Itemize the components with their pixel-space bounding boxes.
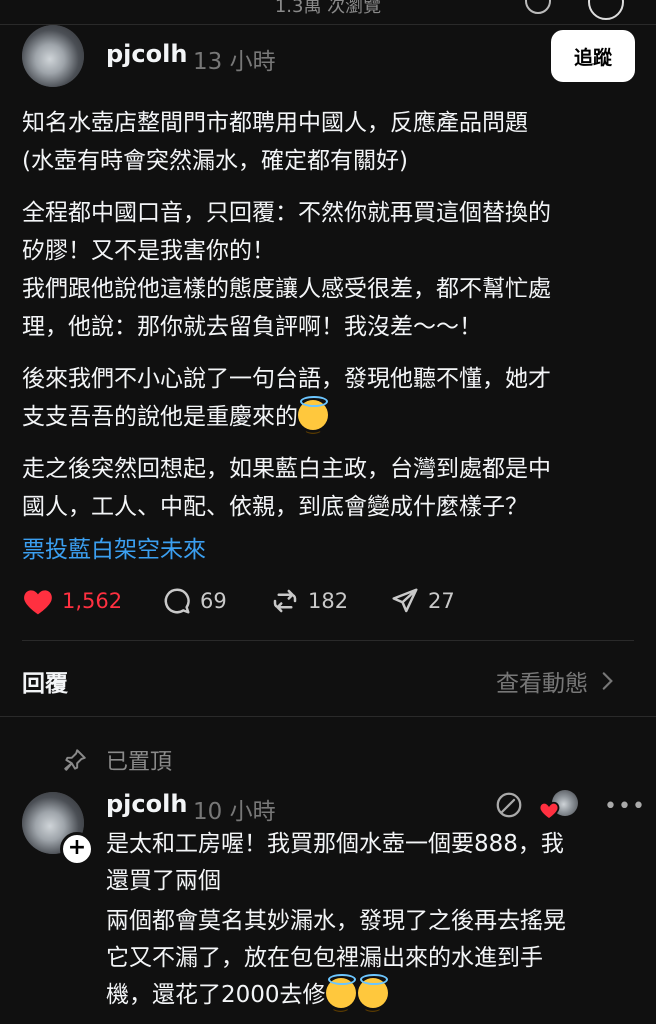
post-paragraph: 走之後突然回想起，如果藍白主政，台灣到處都是中 國人，工人、中配、依親，到底會變… [22,456,551,520]
post-paragraph: 我們跟他說他這樣的態度讓人感受很差，都不幫忙處 理，他說：那你就去留負評啊！我沒… [22,276,551,340]
reply-timestamp: 10 小時 [193,799,276,825]
comment-count: 69 [200,589,227,613]
view-activity-link[interactable]: 查看動態 [496,664,620,698]
comment-icon [164,588,190,614]
post-paragraph-text: 後來我們不小心說了一句台語，發現他聽不懂，她才 支支吾吾的說他是重慶來的 [22,366,551,430]
reply-body: 是太和工房喔！我買那個水壺一個要888，我 還買了兩個 兩個都會莫名其妙漏水，發… [106,826,636,1021]
pin-icon [64,749,86,771]
replies-heading: 回覆 [22,671,68,697]
author-liked-indicator [538,790,578,820]
pinned-indicator: 已置頂 [62,744,172,776]
share-button[interactable]: 27 [390,582,455,620]
post-body: 知名水壺店整間門市都聘用中國人，反應產品問題 (水壺有時會突然漏水，確定都有關好… [22,104,634,540]
repost-count: 182 [308,589,349,613]
comment-button[interactable]: 69 [162,582,227,620]
heart-icon [24,590,52,615]
hashtag-link[interactable]: 票投藍白架空未來 [22,530,206,564]
pinned-label: 已置頂 [106,750,173,775]
reply-paragraph: 是太和工房喔！我買那個水壺一個要888，我 還買了兩個 [106,831,564,894]
post-paragraph: 知名水壺店整間門市都聘用中國人，反應產品問題 (水壺有時會突然漏水，確定都有關好… [22,110,528,174]
heart-icon [538,801,560,820]
view-activity-label: 查看動態 [496,671,588,697]
avatar[interactable] [22,25,84,87]
post-paragraph: 全程都中國口音，只回覆：不然你就再買這個替換的 矽膠！又不是我害你的！ [22,200,551,264]
more-options-button[interactable]: ••• [604,794,646,819]
edited-icon[interactable] [494,790,524,820]
follow-plus-icon[interactable]: + [60,832,94,866]
follow-button[interactable]: 追蹤 [551,30,635,82]
post-paragraph: 後來我們不小心說了一句台語，發現他聽不懂，她才 支支吾吾的說他是重慶來的 [22,360,634,444]
post-username[interactable]: pjcolh [106,40,187,68]
post-timestamp: 13 小時 [193,49,276,75]
divider [0,24,656,25]
reply-paragraph: 兩個都會莫名其妙漏水，發現了之後再去搖晃 它又不漏了，放在包包裡漏出來的水進到手… [106,903,636,1021]
like-button[interactable]: 1,562 [22,582,122,620]
like-count: 1,562 [62,589,123,613]
top-bar: 1.3萬 次瀏覽 [0,0,656,22]
divider [22,640,634,641]
reply-meta-icons: ••• [494,788,645,824]
share-count: 27 [428,589,455,613]
halo-emoji-icon [325,974,356,1021]
repost-button[interactable]: 182 [270,582,348,620]
halo-emoji-icon [357,974,388,1021]
divider [0,716,656,717]
send-icon [392,588,418,613]
view-count: 1.3萬 次瀏覽 [274,0,382,17]
repost-icon [273,589,297,613]
chevron-right-icon [602,672,613,690]
halo-emoji-icon [298,396,328,444]
reply-username[interactable]: pjcolh [106,790,187,818]
